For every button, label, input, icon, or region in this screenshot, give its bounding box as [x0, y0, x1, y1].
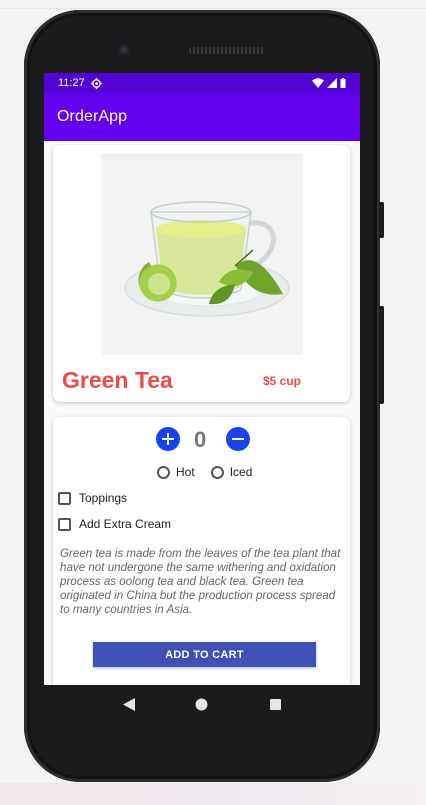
back-triangle-icon	[122, 697, 135, 711]
home-circle-icon	[195, 698, 208, 710]
wifi-icon	[312, 78, 324, 88]
checkbox-icon[interactable]	[58, 491, 71, 505]
radio-hot[interactable]: Hot	[157, 465, 195, 479]
radio-iced[interactable]: Iced	[210, 465, 253, 479]
plus-icon	[162, 433, 174, 445]
product-price: $5 cup	[263, 374, 302, 388]
earpiece-speaker	[189, 47, 265, 54]
volume-button[interactable]	[379, 202, 384, 238]
status-time: 11:27	[58, 77, 85, 89]
front-camera	[119, 45, 129, 55]
radio-iced-label: Iced	[229, 465, 253, 479]
app-bar: OrderApp	[44, 93, 360, 141]
background-divider	[0, 8, 426, 9]
checkbox-toppings[interactable]: Toppings	[58, 491, 127, 505]
increase-quantity-button[interactable]	[156, 427, 180, 451]
nav-recents-button[interactable]	[263, 692, 287, 716]
add-to-cart-button[interactable]: ADD TO CART	[93, 642, 316, 667]
power-button[interactable]	[379, 306, 384, 404]
cell-signal-icon	[327, 78, 337, 88]
battery-icon	[340, 78, 346, 88]
radio-hot-label: Hot	[176, 465, 195, 479]
checkbox-icon[interactable]	[58, 517, 71, 531]
recents-square-icon	[269, 698, 281, 710]
green-tea-illustration	[124, 201, 290, 317]
system-navigation-bar	[44, 685, 360, 723]
status-bar: 11:27	[44, 73, 360, 93]
minus-icon	[232, 438, 244, 440]
order-options-card: 0 Hot Iced Toppings Add Extra Cream Gree…	[53, 417, 350, 685]
product-description: Green tea is made from the leaves of the…	[60, 547, 341, 616]
nav-home-button[interactable]	[190, 692, 214, 716]
gear-icon	[90, 77, 102, 89]
checkbox-extra-cream-label: Add Extra Cream	[79, 517, 172, 531]
nav-back-button[interactable]	[117, 692, 141, 716]
app-title: OrderApp	[57, 108, 128, 125]
decrease-quantity-button[interactable]	[226, 427, 250, 451]
checkbox-extra-cream[interactable]: Add Extra Cream	[58, 517, 171, 531]
product-name: Green Tea	[62, 367, 173, 393]
radio-button-icon[interactable]	[157, 465, 170, 479]
product-image	[101, 154, 303, 355]
quantity-value: 0	[194, 427, 207, 452]
checkbox-toppings-label: Toppings	[79, 491, 128, 505]
temperature-radio-group: Hot Iced	[157, 465, 268, 479]
radio-button-icon[interactable]	[210, 465, 224, 479]
product-card: Green Tea $5 cup	[53, 145, 350, 402]
background-bottom-band	[0, 783, 426, 805]
app-screen: 11:27 OrderApp Green Tea $5 cup 0 Hot Ic…	[44, 73, 360, 685]
